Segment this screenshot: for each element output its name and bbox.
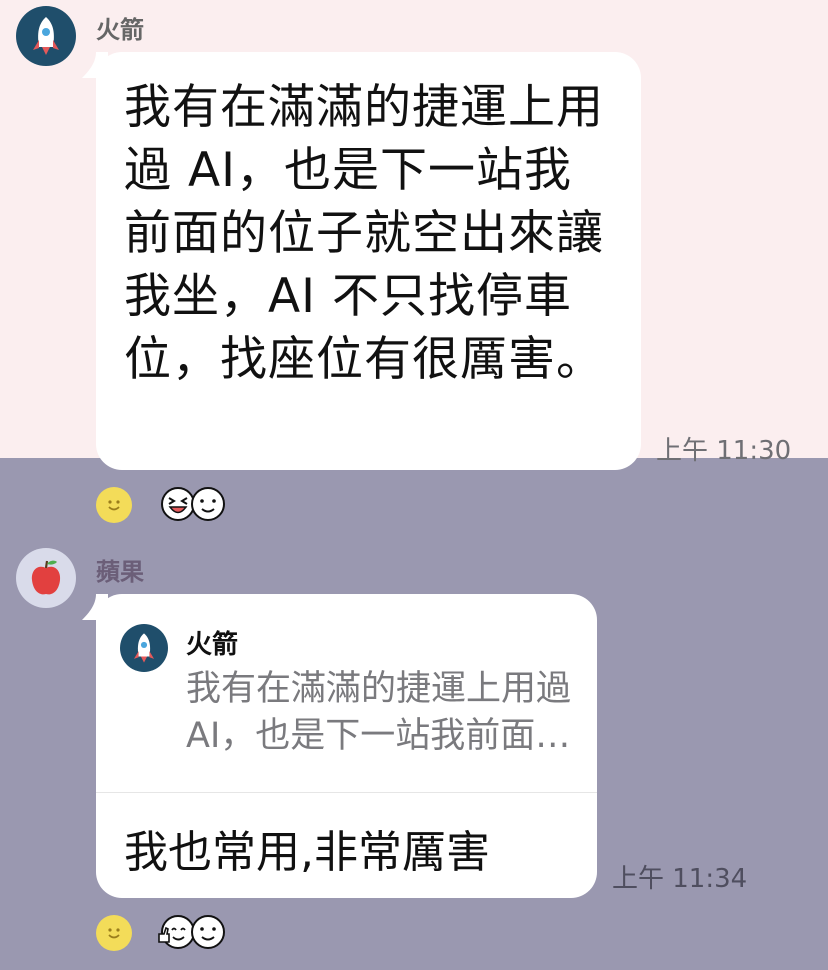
sender-avatar[interactable] [16, 548, 76, 608]
smiley-icon [108, 928, 120, 939]
sender-name: 蘋果 [96, 558, 144, 586]
sender-name: 火箭 [96, 16, 144, 44]
message-bubble[interactable]: 我有在滿滿的捷運上用過 AI，也是下一站我前面的位子就空出來讓我坐，AI 不只找… [96, 52, 641, 470]
apple-icon [31, 560, 61, 595]
rocket-icon [133, 633, 155, 663]
thumbs-up-face-icon [158, 915, 195, 949]
smiley-icon [108, 500, 120, 511]
smiling-face-icon [191, 915, 225, 949]
bubble-tail [82, 594, 108, 620]
add-reaction-button[interactable] [96, 487, 132, 523]
reply-message-bubble[interactable]: 火箭 我有在滿滿的捷運上用過 AI，也是下一站我前面的位子就空出來讓我坐 我也常… [96, 594, 597, 898]
add-reaction-button[interactable] [96, 915, 132, 951]
rocket-icon [33, 17, 59, 55]
bubble-tail [82, 52, 108, 78]
sender-avatar[interactable] [16, 6, 76, 66]
reaction-summary[interactable] [160, 484, 230, 524]
quoted-message-preview[interactable]: 我有在滿滿的捷運上用過 AI，也是下一站我前面的位子就空出來讓我坐 [186, 666, 586, 760]
laughing-face-icon [161, 487, 195, 521]
message-text: 我有在滿滿的捷運上用過 AI，也是下一站我前面的位子就空出來讓我坐，AI 不只找… [124, 80, 604, 387]
message-text: 我也常用,非常厲害 [124, 827, 490, 878]
message-time: 上午 11:30 [656, 436, 792, 466]
quoted-sender-avatar [120, 624, 168, 672]
quoted-sender-name: 火箭 [186, 630, 239, 660]
smiling-face-icon [191, 487, 225, 521]
reply-divider [96, 792, 597, 793]
message-time: 上午 11:34 [612, 864, 748, 894]
reaction-summary[interactable] [156, 912, 230, 952]
